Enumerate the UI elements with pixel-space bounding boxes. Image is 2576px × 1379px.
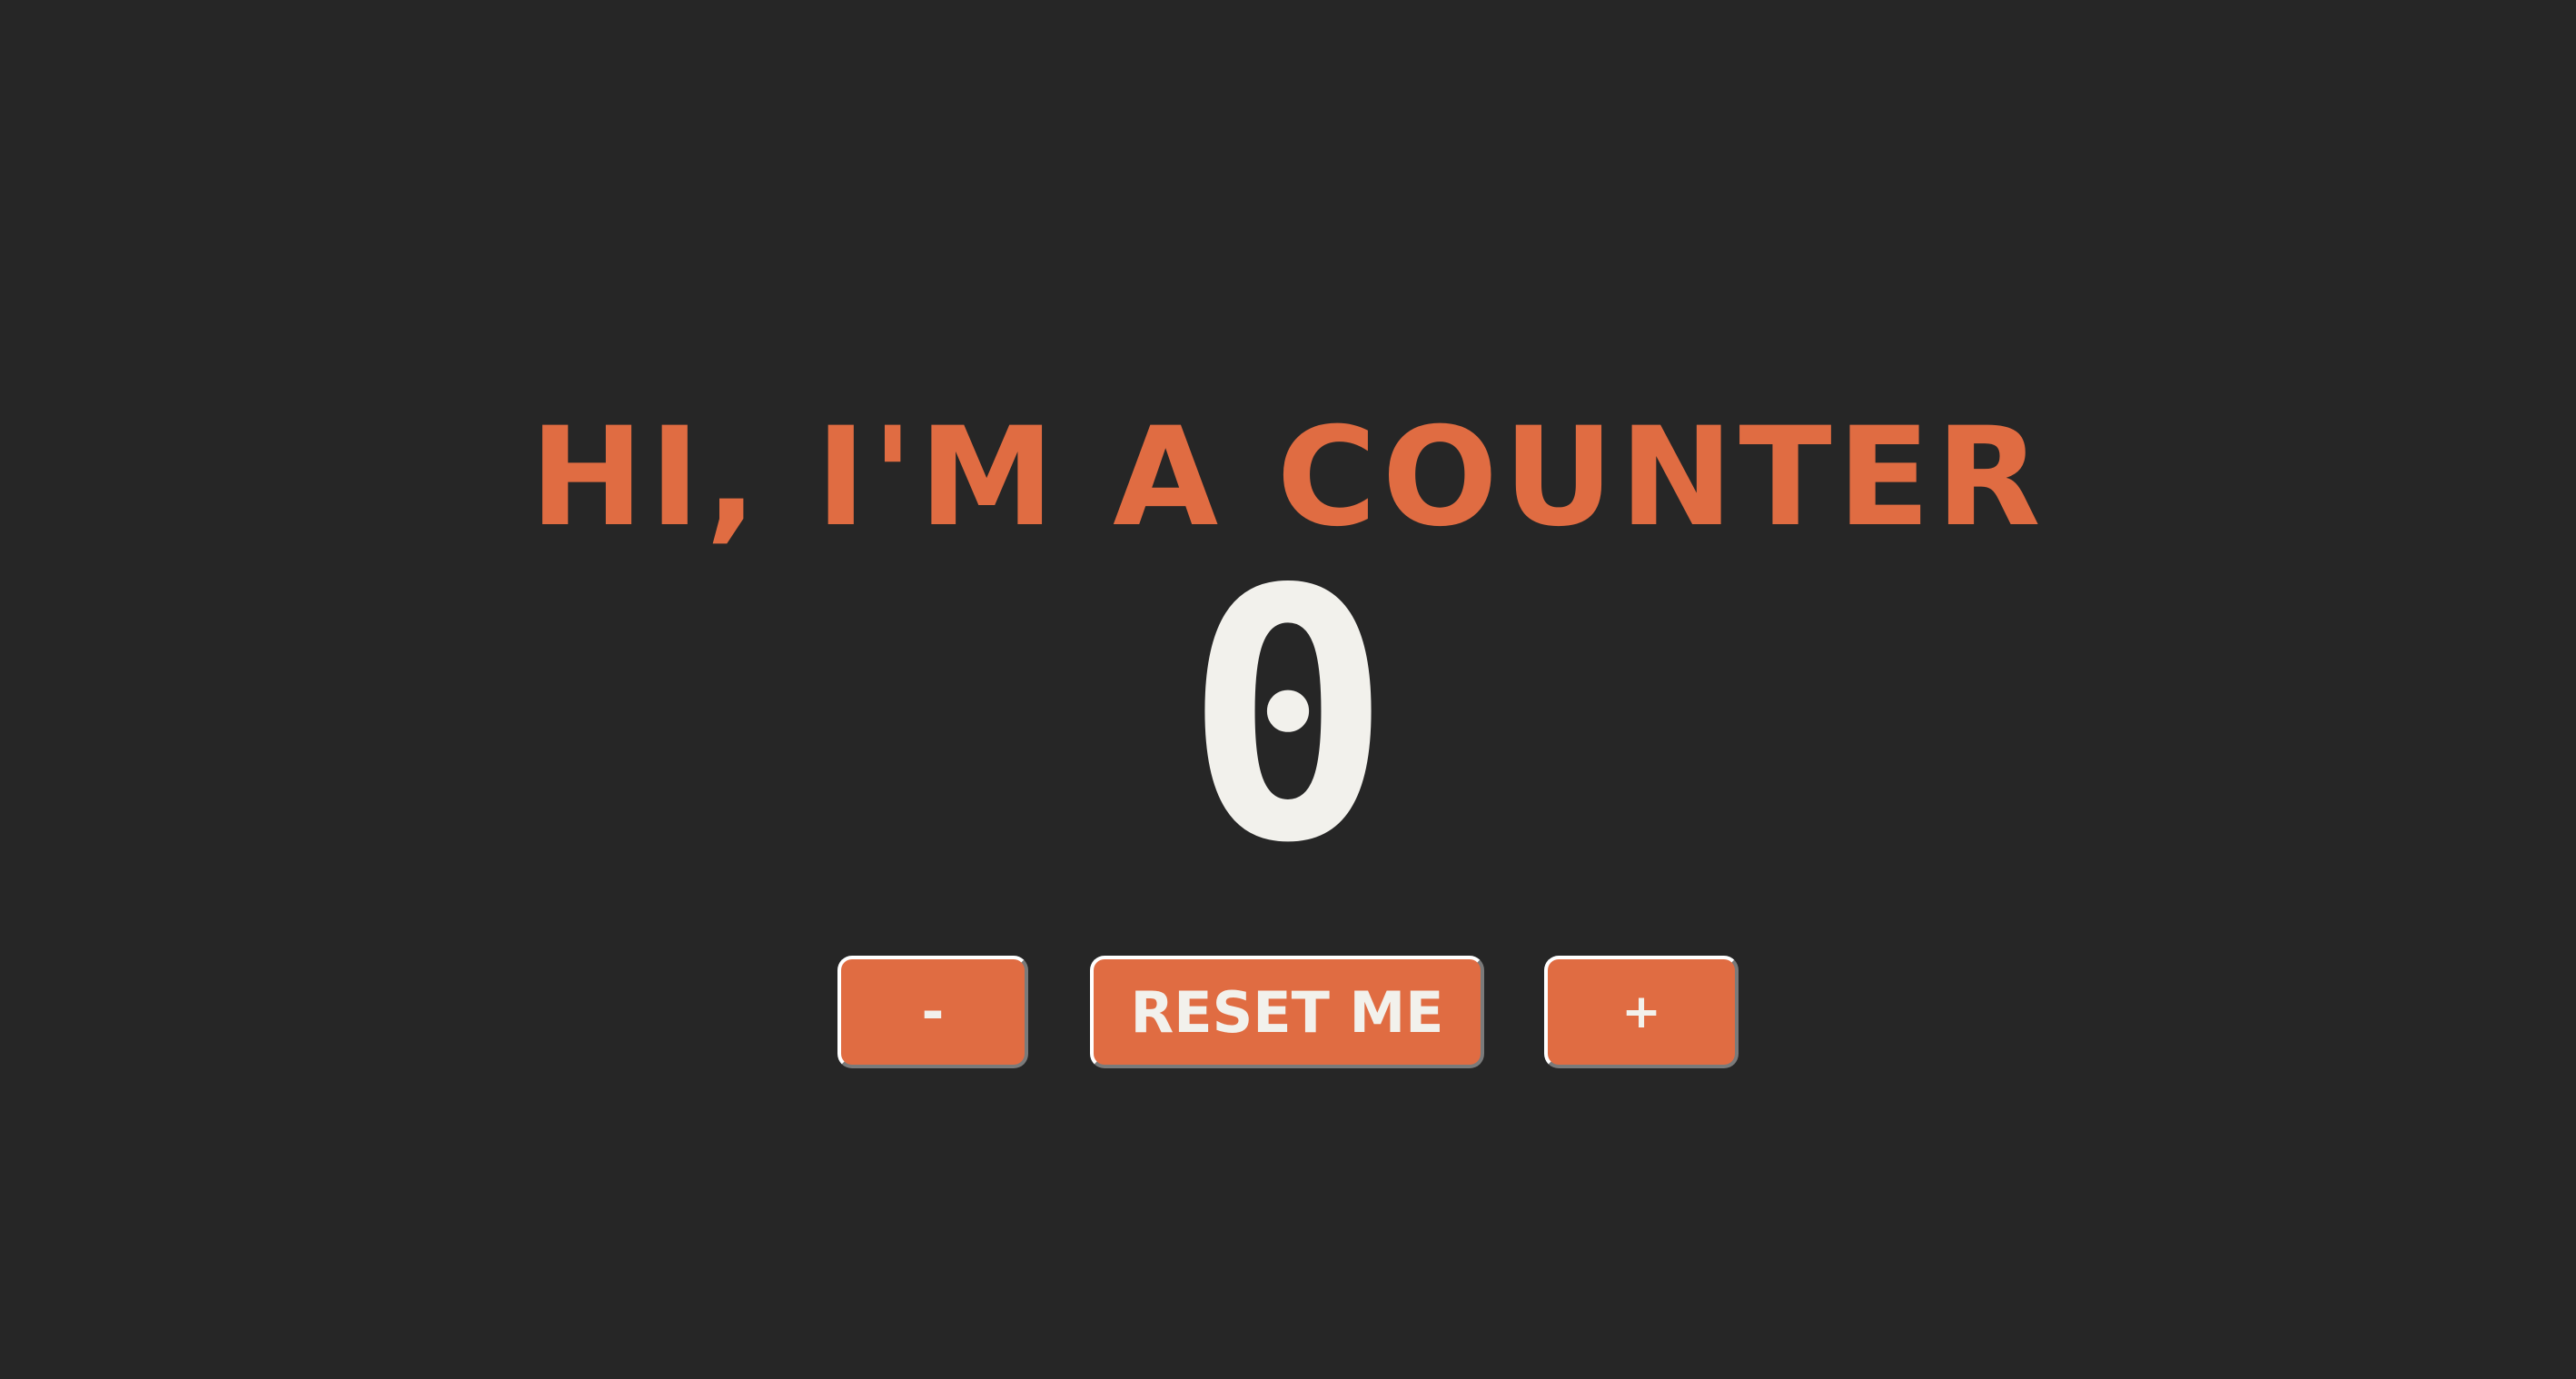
increment-button[interactable]: + <box>1544 956 1739 1068</box>
counter-app: HI, I'M A COUNTER 0 - RESET ME + <box>0 0 2576 1379</box>
reset-button[interactable]: RESET ME <box>1090 956 1484 1068</box>
counter-value: 0 <box>1184 516 1392 918</box>
decrement-button[interactable]: - <box>837 956 1028 1068</box>
